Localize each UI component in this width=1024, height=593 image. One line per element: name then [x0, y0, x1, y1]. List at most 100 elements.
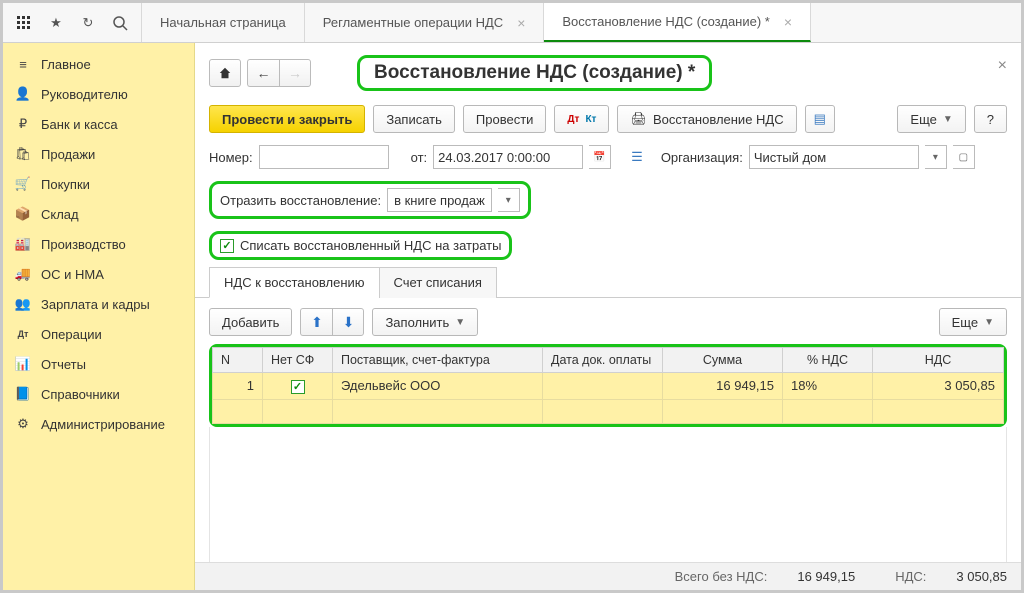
box-icon: 📦 [15, 206, 31, 222]
close-page-icon[interactable]: × [998, 57, 1007, 75]
sidebar-item-operations[interactable]: ДтОперации [3, 319, 194, 349]
reflect-select[interactable]: в книге продаж [387, 188, 492, 212]
tab-reg-ops[interactable]: Регламентные операции НДС × [305, 3, 545, 42]
tab-vat-restore[interactable]: НДС к восстановлению [209, 267, 380, 298]
sidebar-item-label: Администрирование [41, 417, 165, 432]
sidebar-item-label: Руководителю [41, 87, 128, 102]
sidebar-item-production[interactable]: 🏭Производство [3, 229, 194, 259]
sidebar-item-catalogs[interactable]: 📘Справочники [3, 379, 194, 409]
back-button[interactable]: ← [247, 59, 279, 87]
history-icon[interactable]: ↻ [79, 14, 97, 32]
checkbox-icon[interactable]: ✓ [291, 380, 305, 394]
sidebar-item-sales[interactable]: 🛍Продажи [3, 139, 194, 169]
post-button[interactable]: Провести [463, 105, 547, 133]
truck-icon: 🚚 [15, 266, 31, 282]
sidebar-item-label: Производство [41, 237, 126, 252]
sidebar-item-payroll[interactable]: 👥Зарплата и кадры [3, 289, 194, 319]
cell-paydate[interactable] [543, 373, 663, 400]
col-paydate[interactable]: Дата док. оплаты [543, 348, 663, 373]
apps-icon[interactable] [15, 14, 33, 32]
tab-label: Начальная страница [160, 15, 286, 30]
print-button[interactable]: 🖨 Восстановление НДС [617, 105, 796, 133]
col-supplier[interactable]: Поставщик, счет-фактура [333, 348, 543, 373]
cell-sum[interactable]: 16 949,15 [663, 373, 783, 400]
dropdown-icon[interactable]: ▾ [925, 145, 947, 169]
close-icon[interactable]: × [517, 15, 525, 31]
dtkt-button[interactable]: ДтКт [554, 105, 609, 133]
vat-table[interactable]: N Нет СФ Поставщик, счет-фактура Дата до… [212, 347, 1004, 424]
move-up-button[interactable]: ⬆ [300, 308, 332, 336]
close-icon[interactable]: × [784, 14, 792, 30]
ruble-icon: ₽ [15, 116, 31, 132]
forward-button[interactable]: → [279, 59, 311, 87]
sidebar-item-main[interactable]: ≡Главное [3, 49, 194, 79]
table-row-empty[interactable] [213, 399, 1004, 423]
sidebar-item-reports[interactable]: 📊Отчеты [3, 349, 194, 379]
tab-start[interactable]: Начальная страница [142, 3, 305, 42]
sidebar-item-warehouse[interactable]: 📦Склад [3, 199, 194, 229]
home-button[interactable] [209, 59, 241, 87]
number-input[interactable] [259, 145, 389, 169]
fill-button[interactable]: Заполнить ▼ [372, 308, 478, 336]
star-icon[interactable]: ★ [47, 14, 65, 32]
date-input[interactable]: 24.03.2017 0:00:00 [433, 145, 583, 169]
total-value: 16 949,15 [797, 569, 855, 584]
writeoff-label: Списать восстановленный НДС на затраты [240, 238, 501, 253]
attach-button[interactable]: ▤ [805, 105, 835, 133]
calendar-icon[interactable]: 📅 [589, 145, 611, 169]
sidebar-item-label: Продажи [41, 147, 95, 162]
document-icon: ▤ [814, 111, 826, 127]
sidebar-item-bank[interactable]: ₽ Банк и касса [3, 109, 194, 139]
sidebar-item-label: Банк и касса [41, 117, 118, 132]
add-row-button[interactable]: Добавить [209, 308, 292, 336]
tab-current[interactable]: Восстановление НДС (создание) * × [544, 3, 811, 42]
help-button[interactable]: ? [974, 105, 1007, 133]
vat-total-value: 3 050,85 [956, 569, 1007, 584]
writeoff-checkbox[interactable]: ✓ [220, 239, 234, 253]
list-icon[interactable]: ☰ [631, 149, 643, 165]
table-row[interactable]: 1 ✓ Эдельвейс ООО 16 949,15 18% 3 050,85 [213, 373, 1004, 400]
cell-vat[interactable]: 3 050,85 [873, 373, 1004, 400]
sidebar-item-assets[interactable]: 🚚ОС и НМА [3, 259, 194, 289]
tab-label: Восстановление НДС (создание) * [562, 14, 769, 29]
tab-writeoff-account[interactable]: Счет списания [379, 267, 497, 298]
write-button[interactable]: Записать [373, 105, 455, 133]
printer-icon: 🖨 [630, 111, 647, 127]
content: × ← → Восстановление НДС (создание) * Пр… [195, 43, 1021, 590]
col-vat[interactable]: НДС [873, 348, 1004, 373]
search-icon[interactable] [111, 14, 129, 32]
org-input[interactable]: Чистый дом [749, 145, 919, 169]
person-icon: 👤 [15, 86, 31, 102]
cart-icon: 🛒 [15, 176, 31, 192]
table-more-label: Еще [952, 315, 978, 330]
sidebar: ≡Главное 👤 Руководителю ₽ Банк и касса 🛍Пр… [3, 43, 195, 590]
menu-icon: ≡ [15, 56, 31, 72]
cell-n[interactable]: 1 [213, 373, 263, 400]
writeoff-highlight: ✓ Списать восстановленный НДС на затраты [209, 231, 512, 260]
total-label: Всего без НДС: [675, 569, 768, 584]
sidebar-item-label: Справочники [41, 387, 120, 402]
col-n[interactable]: N [213, 348, 263, 373]
title-highlight: Восстановление НДС (создание) * [357, 55, 712, 91]
chevron-down-icon[interactable]: ▾ [498, 188, 520, 212]
date-label: от: [411, 150, 428, 165]
number-label: Номер: [209, 150, 253, 165]
table-more-button[interactable]: Еще ▼ [939, 308, 1007, 336]
fill-label: Заполнить [385, 315, 449, 330]
table-empty-space [209, 427, 1007, 565]
more-button[interactable]: Еще ▼ [897, 105, 965, 133]
cell-nosf[interactable]: ✓ [263, 373, 333, 400]
sidebar-item-purchases[interactable]: 🛒Покупки [3, 169, 194, 199]
post-and-close-button[interactable]: Провести и закрыть [209, 105, 365, 133]
open-icon[interactable]: ▢ [953, 145, 975, 169]
cell-supplier[interactable]: Эдельвейс ООО [333, 373, 543, 400]
col-vatpct[interactable]: % НДС [783, 348, 873, 373]
col-sum[interactable]: Сумма [663, 348, 783, 373]
sidebar-item-admin[interactable]: ⚙Администрирование [3, 409, 194, 439]
col-nosf[interactable]: Нет СФ [263, 348, 333, 373]
sidebar-item-manager[interactable]: 👤 Руководителю [3, 79, 194, 109]
footer-totals: Всего без НДС: 16 949,15 НДС: 3 050,85 [195, 562, 1021, 590]
move-down-button[interactable]: ⬇ [332, 308, 364, 336]
sidebar-item-label: Зарплата и кадры [41, 297, 150, 312]
cell-vatpct[interactable]: 18% [783, 373, 873, 400]
